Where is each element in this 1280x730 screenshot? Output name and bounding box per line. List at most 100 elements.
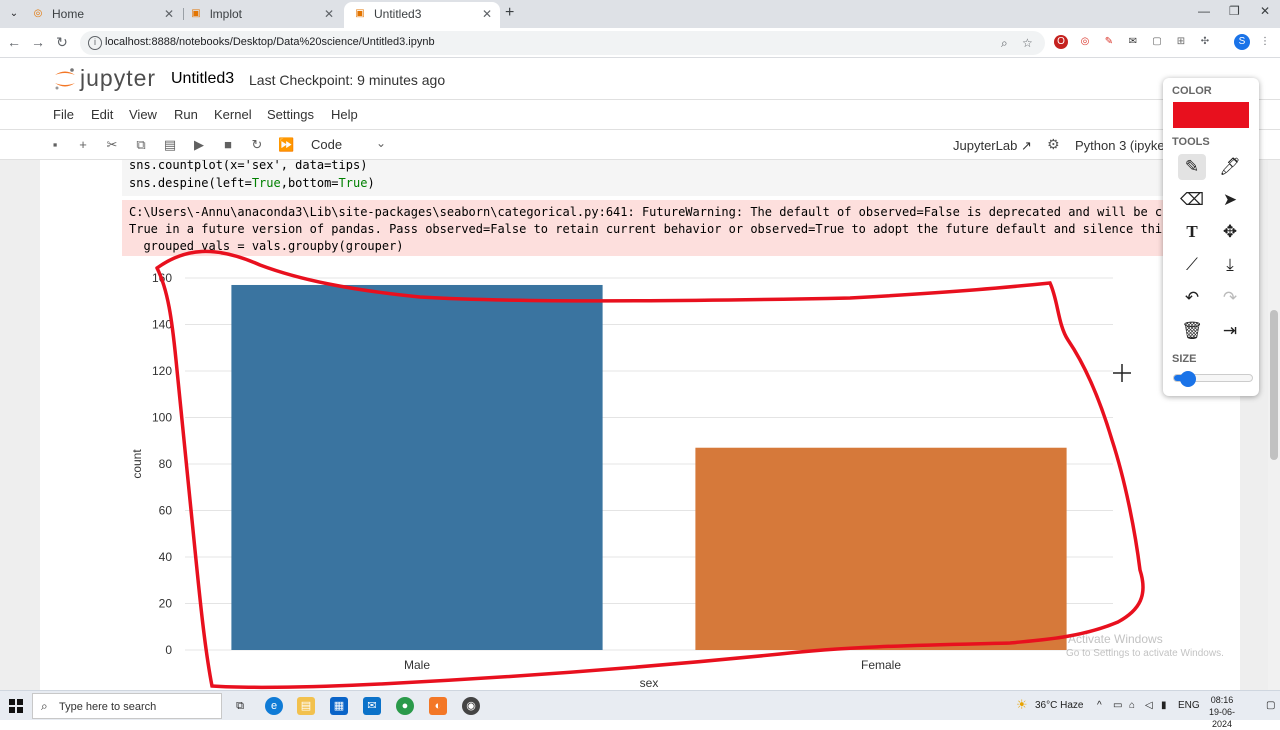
menu-bar: File Edit View Run Kernel Settings Help (0, 100, 1280, 130)
weather-text[interactable]: 36°C Haze (1035, 700, 1083, 711)
windows-start-icon[interactable] (9, 699, 23, 713)
anaconda-icon[interactable]: ◐ (429, 697, 447, 715)
run-all-icon[interactable]: ⏩ (278, 137, 294, 153)
pen-extension-icon[interactable]: ✎ (1102, 35, 1116, 49)
cut-icon[interactable]: ✂ (104, 137, 120, 153)
kernel-name[interactable]: Python 3 (ipyke (1075, 138, 1165, 153)
taskbar-search[interactable]: ⌕ Type here to search (32, 693, 222, 719)
menu-settings[interactable]: Settings (267, 107, 314, 122)
undo-icon[interactable]: ↶ (1178, 285, 1206, 311)
translate-extension-icon[interactable]: ⊞ (1174, 35, 1188, 49)
file-explorer-icon[interactable]: ▤ (297, 697, 315, 715)
minimize-icon[interactable]: — (1198, 4, 1210, 18)
paste-icon[interactable]: ▤ (162, 137, 178, 153)
browser-menu-icon[interactable]: ⋮ (1258, 35, 1272, 49)
draw-tools-panel: COLOR TOOLS ✎ 🖊 ⌫ ➤ T ✥ ⟋ ⤓ ↶ ↷ 🗑 ⇥ SIZE (1163, 78, 1259, 396)
external-link-icon: ↗ (1020, 138, 1032, 153)
tools-heading: TOOLS (1172, 136, 1210, 148)
weather-icon[interactable]: ☀ (1016, 697, 1028, 713)
menu-view[interactable]: View (129, 107, 157, 122)
size-slider-knob[interactable] (1180, 371, 1196, 387)
text-icon[interactable]: T (1178, 219, 1206, 245)
color-swatch[interactable] (1173, 102, 1249, 128)
jupyter-logo-icon[interactable] (52, 66, 78, 92)
task-view-icon[interactable]: ⧉ (231, 697, 249, 715)
chevron-down-icon[interactable]: ⌄ (376, 136, 386, 150)
bookmark-star-icon[interactable]: ☆ (1022, 36, 1033, 50)
tab-untitled3[interactable]: ▣ Untitled3 ✕ (344, 2, 500, 28)
meet-now-icon[interactable]: ▭ (1113, 700, 1122, 711)
forward-icon[interactable]: → (30, 34, 46, 50)
close-tab-icon[interactable]: ✕ (164, 2, 174, 26)
store-icon[interactable]: ▦ (330, 697, 348, 715)
pen-icon[interactable]: ✎ (1178, 154, 1206, 180)
insert-cell-icon[interactable]: + (75, 137, 91, 153)
size-slider[interactable] (1173, 371, 1253, 387)
line-icon[interactable]: ⟋ (1178, 252, 1206, 278)
notebook-title[interactable]: Untitled3 (171, 70, 234, 88)
restart-icon[interactable]: ↻ (249, 137, 265, 153)
y-tick-label: 100 (152, 411, 172, 425)
menu-file[interactable]: File (53, 107, 74, 122)
tab-home[interactable]: ◎ Home ✕ (22, 2, 182, 28)
battery-icon[interactable]: ▮ (1161, 700, 1167, 711)
tab-search-chevron-icon[interactable]: ⌄ (6, 6, 22, 22)
exit-icon[interactable]: ⇥ (1216, 318, 1244, 344)
recorder-icon[interactable]: ◉ (462, 697, 480, 715)
save-icon[interactable]: ▪ (47, 137, 63, 153)
instagram-extension-icon[interactable]: ◎ (1078, 35, 1092, 49)
language-indicator[interactable]: ENG (1178, 700, 1200, 711)
opera-extension-icon[interactable]: O (1054, 35, 1068, 49)
mail-icon[interactable]: ✉ (363, 697, 381, 715)
kernel-settings-gear-icon[interactable]: ⚙ (1047, 136, 1060, 153)
cell-type-select[interactable]: Code (311, 137, 342, 152)
tray-overflow-icon[interactable]: ^ (1097, 700, 1102, 711)
system-clock[interactable]: 08:16 19-06-2024 (1200, 694, 1244, 730)
close-tab-icon[interactable]: ✕ (324, 2, 334, 26)
page-scrollbar[interactable] (1268, 160, 1280, 690)
edge-browser-icon[interactable]: e (265, 697, 283, 715)
trash-icon[interactable]: 🗑 (1178, 318, 1206, 344)
menu-run[interactable]: Run (174, 107, 198, 122)
profile-avatar[interactable]: S (1234, 34, 1250, 50)
menu-kernel[interactable]: Kernel (214, 107, 252, 122)
download-icon[interactable]: ⤓ (1216, 252, 1244, 278)
url-text[interactable]: localhost:8888/notebooks/Desktop/Data%20… (105, 36, 435, 48)
highlighter-icon[interactable]: 🖊 (1216, 154, 1244, 180)
eraser-icon[interactable]: ⌫ (1178, 187, 1206, 213)
zoom-icon[interactable]: ⌕ (1001, 36, 1008, 51)
reload-icon[interactable]: ↻ (54, 34, 70, 51)
extensions-puzzle-icon[interactable]: ✣ (1198, 35, 1212, 49)
y-axis-label: count (130, 449, 144, 479)
pointer-icon[interactable]: ➤ (1216, 187, 1244, 213)
chrome-icon[interactable]: ● (396, 697, 414, 715)
network-icon[interactable]: ⌂ (1129, 700, 1135, 711)
y-tick-label: 120 (152, 364, 172, 378)
redo-icon[interactable]: ↷ (1216, 285, 1244, 311)
jupyterlab-link[interactable]: JupyterLab ↗ (953, 138, 1032, 154)
volume-icon[interactable]: ◁ (1145, 700, 1153, 711)
notifications-icon[interactable]: ▢ (1266, 700, 1275, 711)
close-window-icon[interactable]: ✕ (1260, 4, 1270, 18)
move-icon[interactable]: ✥ (1216, 219, 1244, 245)
site-info-icon[interactable]: i (88, 36, 102, 50)
tab-lmplot[interactable]: ▣ lmplot ✕ (180, 2, 342, 28)
copy-icon[interactable]: ⧉ (133, 137, 149, 153)
screenshot-extension-icon[interactable]: ▢ (1150, 35, 1164, 49)
run-icon[interactable]: ▶ (191, 137, 207, 153)
back-icon[interactable]: ← (6, 34, 22, 50)
menu-help[interactable]: Help (331, 107, 358, 122)
jupyter-header: jupyter Untitled3 Last Checkpoint: 9 min… (0, 58, 1280, 100)
countplot-chart: 0 20 40 60 80 100 120 140 160 Male Female sex count (130, 271, 1113, 690)
menu-edit[interactable]: Edit (91, 107, 113, 122)
restore-icon[interactable]: ❐ (1229, 4, 1240, 18)
mail-extension-icon[interactable]: ✉ (1126, 35, 1140, 49)
new-tab-icon[interactable]: + (505, 4, 514, 22)
jupyter-wordmark: jupyter (80, 65, 157, 91)
browser-toolbar: ← → ↻ i localhost:8888/notebooks/Desktop… (0, 28, 1280, 58)
scrollbar-thumb[interactable] (1270, 310, 1278, 460)
stop-icon[interactable]: ■ (220, 137, 236, 153)
y-tick-label: 20 (159, 597, 173, 611)
close-tab-icon[interactable]: ✕ (482, 2, 492, 26)
address-bar[interactable]: i localhost:8888/notebooks/Desktop/Data%… (80, 31, 1045, 55)
